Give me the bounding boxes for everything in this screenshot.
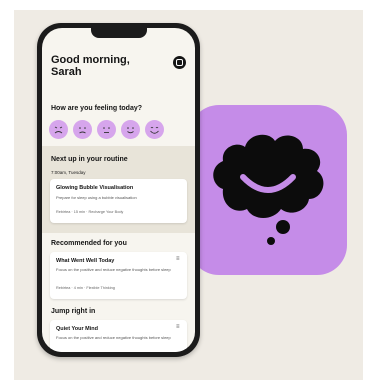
mood-selector [49, 120, 164, 139]
smiling-brain-icon [189, 105, 347, 275]
greeting-line-1: Good morning, [51, 54, 130, 66]
routine-heading: Next up in your routine [51, 156, 128, 163]
jump-card-text: Focus on the positive and reduce negativ… [56, 335, 171, 340]
jump-card[interactable]: Quiet Your Mind ≡ Focus on the positive … [50, 320, 187, 352]
happy-face-icon[interactable] [121, 120, 140, 139]
recommended-card[interactable]: What Went Well Today ≡ Focus on the posi… [50, 252, 187, 299]
mood-question: How are you feeling today? [51, 105, 143, 112]
bookmark-icon[interactable]: ≡ [176, 256, 182, 263]
greeting: Good morning, Sarah [51, 54, 176, 78]
routine-card[interactable]: Glowing Bubble Visualisation Prepare for… [50, 179, 187, 223]
greeting-name: Sarah [51, 66, 82, 78]
recommended-card-title: What Went Well Today [56, 258, 115, 264]
routine-card-subtitle: Prepare for sleep using a bubble visuali… [56, 195, 137, 200]
sad-face-icon[interactable] [73, 120, 92, 139]
routine-time: 7:00am, Tuesday [51, 170, 86, 175]
recommended-card-meta: Rebirtea · 4 min · Flexible Thinking [56, 286, 115, 290]
jump-heading: Jump right in [51, 308, 96, 315]
very-sad-face-icon[interactable] [49, 120, 68, 139]
neutral-face-icon[interactable] [97, 120, 116, 139]
profile-button[interactable] [173, 56, 186, 69]
phone-frame: Good morning, Sarah How are you feeling … [37, 23, 200, 357]
recommended-heading: Recommended for you [51, 240, 127, 247]
bookmark-icon[interactable]: ≡ [176, 324, 182, 331]
recommended-card-text: Focus on the positive and reduce negativ… [56, 267, 171, 272]
routine-card-meta: Rebirtea · 15 min · Recharge Your Body [56, 210, 124, 214]
phone-notch [90, 28, 147, 38]
very-happy-face-icon[interactable] [145, 120, 164, 139]
app-screen: Good morning, Sarah How are you feeling … [42, 28, 195, 352]
routine-card-title: Glowing Bubble Visualisation [56, 185, 134, 191]
jump-card-title: Quiet Your Mind [56, 326, 98, 332]
